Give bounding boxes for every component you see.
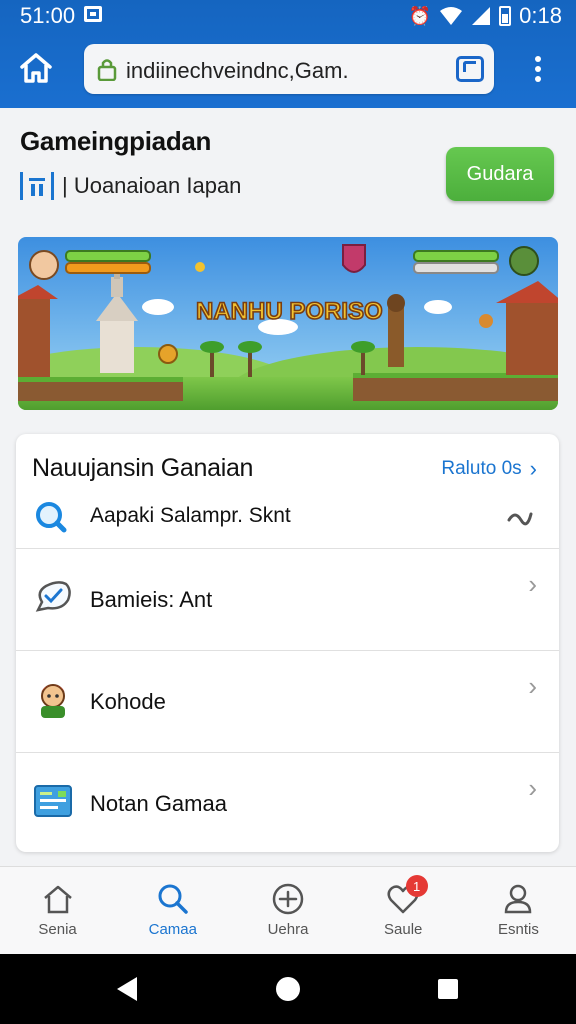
list-item[interactable]: Bamieis: Ant › xyxy=(16,549,559,651)
nav-label: Saule xyxy=(384,921,423,938)
grid-icon xyxy=(20,172,54,200)
page-subtitle: | Uoanaioan Iapan xyxy=(62,173,242,198)
chevron-right-icon: › xyxy=(528,671,537,701)
back-icon[interactable] xyxy=(117,977,137,1001)
home-icon xyxy=(43,885,72,914)
status-clock-right: 0:18 xyxy=(519,3,562,28)
nav-label: Esntis xyxy=(497,921,539,938)
banner-title: NANHU PORISO xyxy=(196,298,383,325)
search-row[interactable]: Aapaki Salampr. Sknt xyxy=(16,494,559,546)
more-vert-icon[interactable] xyxy=(526,52,550,86)
notification-badge: 1 xyxy=(405,875,428,897)
dashboard-card-icon xyxy=(34,785,72,817)
profile-icon xyxy=(505,884,532,914)
page-title: Gameingpiadan xyxy=(20,126,212,156)
nav-item-profile[interactable]: Esntis xyxy=(461,867,576,954)
character-avatar-icon xyxy=(41,684,65,718)
game-banner[interactable]: NANHU PORISO xyxy=(18,237,558,410)
alarm-icon: ⏰ xyxy=(408,5,432,26)
compass-icon xyxy=(272,883,304,915)
nav-item-home[interactable]: Senia xyxy=(0,867,115,954)
home-icon[interactable] xyxy=(18,50,54,86)
browser-toolbar: 51:00 ⏰ 0:18 indiinechveindnc,Gam. xyxy=(0,0,576,108)
chevron-right-icon: › xyxy=(528,773,537,803)
nav-label: Senia xyxy=(38,921,77,938)
list-item-label: Bamieis: Ant xyxy=(90,587,213,612)
url-bar[interactable]: indiinechveindnc,Gam. xyxy=(84,44,494,94)
nav-item-favorites[interactable]: 1 Saule xyxy=(346,867,461,954)
card-title: Nauujansin Ganaian xyxy=(32,454,254,482)
tabs-icon[interactable] xyxy=(456,56,484,82)
wifi-icon xyxy=(440,7,463,25)
status-time: 51:00 xyxy=(20,3,76,28)
games-list-card: Nauujansin Ganaian Raluto 0s › Aapaki Sa… xyxy=(16,434,559,852)
nav-item-search[interactable]: Camaa xyxy=(115,867,230,954)
url-text[interactable]: indiinechveindnc,Gam. xyxy=(126,58,349,84)
speech-bubble-check-icon xyxy=(35,581,71,612)
list-item-label: Kohode xyxy=(90,689,166,714)
banner-illustration: NANHU PORISO xyxy=(18,237,558,410)
nav-label: Camaa xyxy=(148,921,197,938)
chevron-right-icon: › xyxy=(528,569,537,599)
search-text[interactable]: Aapaki Salampr. Sknt xyxy=(90,504,291,528)
list-item[interactable]: Kohode › xyxy=(16,651,559,753)
primary-action-button[interactable]: Gudara xyxy=(446,147,554,201)
battery-icon xyxy=(499,6,512,26)
search-icon xyxy=(36,502,67,533)
recents-icon[interactable] xyxy=(438,979,458,999)
notification-icon xyxy=(84,6,102,22)
see-all-label[interactable]: Raluto 0s xyxy=(441,458,521,480)
subtitle-row: | Uoanaioan Iapan xyxy=(20,172,241,200)
status-bar: 51:00 ⏰ 0:18 xyxy=(0,0,576,30)
list-item-label: Notan Gamaa xyxy=(90,791,227,816)
search-icon xyxy=(158,884,188,914)
see-all-link[interactable]: Raluto 0s › xyxy=(441,456,537,482)
chevron-right-icon: › xyxy=(529,456,537,481)
nav-item-explore[interactable]: Uehra xyxy=(230,867,345,954)
system-navigation-bar xyxy=(0,954,576,1024)
list-item[interactable]: Notan Gamaa › xyxy=(16,753,559,852)
signal-icon xyxy=(472,7,491,25)
home-circle-icon[interactable] xyxy=(276,977,300,1001)
nav-label: Uehra xyxy=(267,921,309,938)
bottom-nav: Senia Camaa Uehra 1 Saule Esntis xyxy=(0,866,576,954)
loading-icon xyxy=(507,512,533,526)
lock-icon xyxy=(97,59,117,81)
